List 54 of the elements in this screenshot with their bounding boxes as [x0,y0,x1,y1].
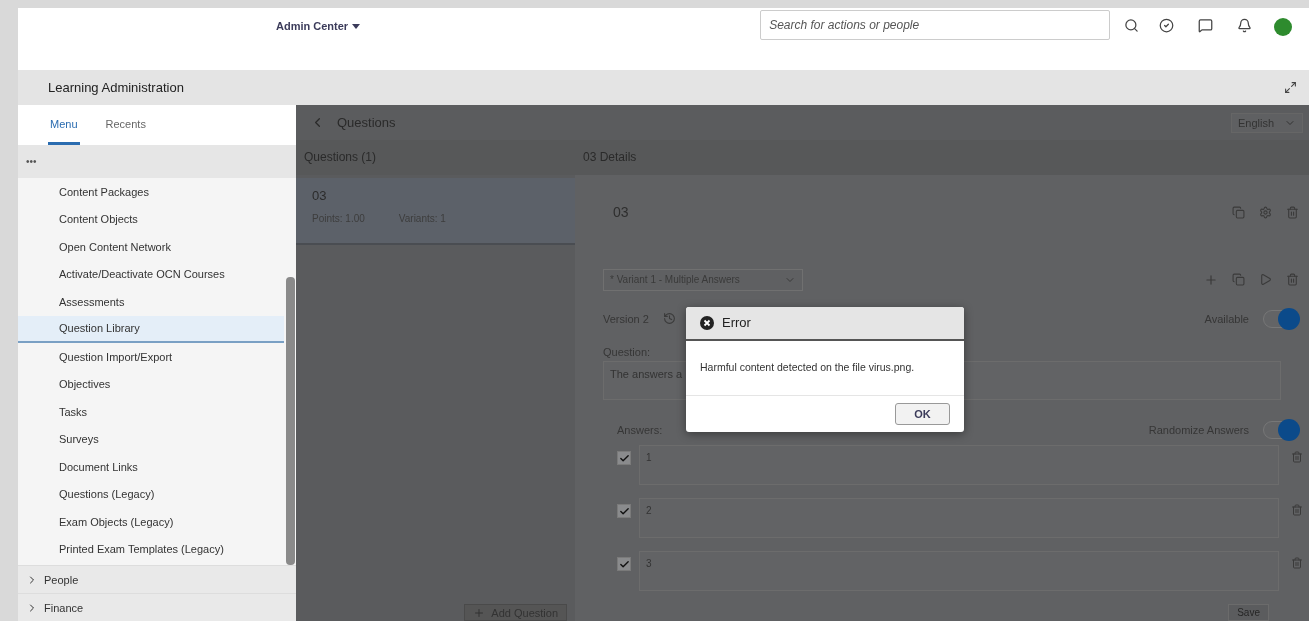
randomize-switch[interactable] [1263,420,1299,439]
menu-item[interactable]: Tasks [18,398,284,426]
answer-checkbox[interactable] [617,557,631,571]
error-message: Harmful content detected on the file virus.png. [686,340,964,396]
trash-icon[interactable] [1291,451,1303,463]
menu-item[interactable]: Question Library [18,315,284,343]
check-icon [618,452,630,464]
avatar-icon[interactable] [1274,18,1293,36]
caret-icon [352,23,361,29]
check-icon [618,558,630,570]
menu-item[interactable]: Surveys [18,425,284,453]
history-icon[interactable] [662,312,676,326]
fullscreen-icon[interactable] [1284,81,1297,94]
menu-item[interactable]: Questions (Legacy) [18,480,284,508]
error-icon [700,315,714,330]
menu-item[interactable]: Assessments [18,288,284,316]
search-field[interactable]: Search for actions or people [760,10,1111,40]
notification-icon[interactable] [1237,18,1253,33]
menu-item[interactable]: Activate/Deactivate OCN Courses [18,260,284,288]
question-title: 03 [312,188,328,203]
dialog-title: Error [722,315,751,331]
menu-item[interactable]: Objectives [18,370,284,398]
available-switch[interactable] [1263,310,1299,328]
check-circle-icon[interactable] [1159,18,1175,33]
settings-icon[interactable] [1259,205,1272,219]
search-icon[interactable] [1124,18,1140,33]
sidebar-tab[interactable]: Recents [103,105,148,145]
app-title: Learning Administration [48,80,184,95]
check-icon [618,505,630,517]
ok-button[interactable]: OK [895,403,950,425]
trash-icon[interactable] [1291,504,1303,516]
chat-icon[interactable] [1198,18,1214,33]
trash-icon[interactable] [1291,557,1303,569]
more-button[interactable]: ••• [26,156,37,167]
copy-icon[interactable] [1232,273,1245,287]
admin-center-menu[interactable]: Admin Center [274,18,363,34]
answer-checkbox[interactable] [617,451,631,465]
copy-icon[interactable] [1232,205,1245,219]
menu-group[interactable]: People [18,565,296,593]
answer-checkbox[interactable] [617,504,631,518]
trash-icon[interactable] [1286,273,1299,287]
trash-icon[interactable] [1286,205,1299,219]
menu-item[interactable]: Question Import/Export [18,343,284,371]
menu-item[interactable]: Content Packages [18,178,284,206]
menu-item[interactable]: Document Links [18,453,284,481]
menu-item[interactable]: Exam Objects (Legacy) [18,508,284,536]
menu-group[interactable]: Finance [18,593,296,621]
scrollbar[interactable] [286,277,295,565]
plus-icon[interactable] [1204,272,1218,287]
menu-item[interactable]: Content Objects [18,205,284,233]
plus-icon [473,606,486,619]
menu-item[interactable]: Open Content Network [18,233,284,261]
play-icon[interactable] [1259,273,1272,287]
menu-item[interactable]: Printed Exam Templates (Legacy) [18,535,284,563]
